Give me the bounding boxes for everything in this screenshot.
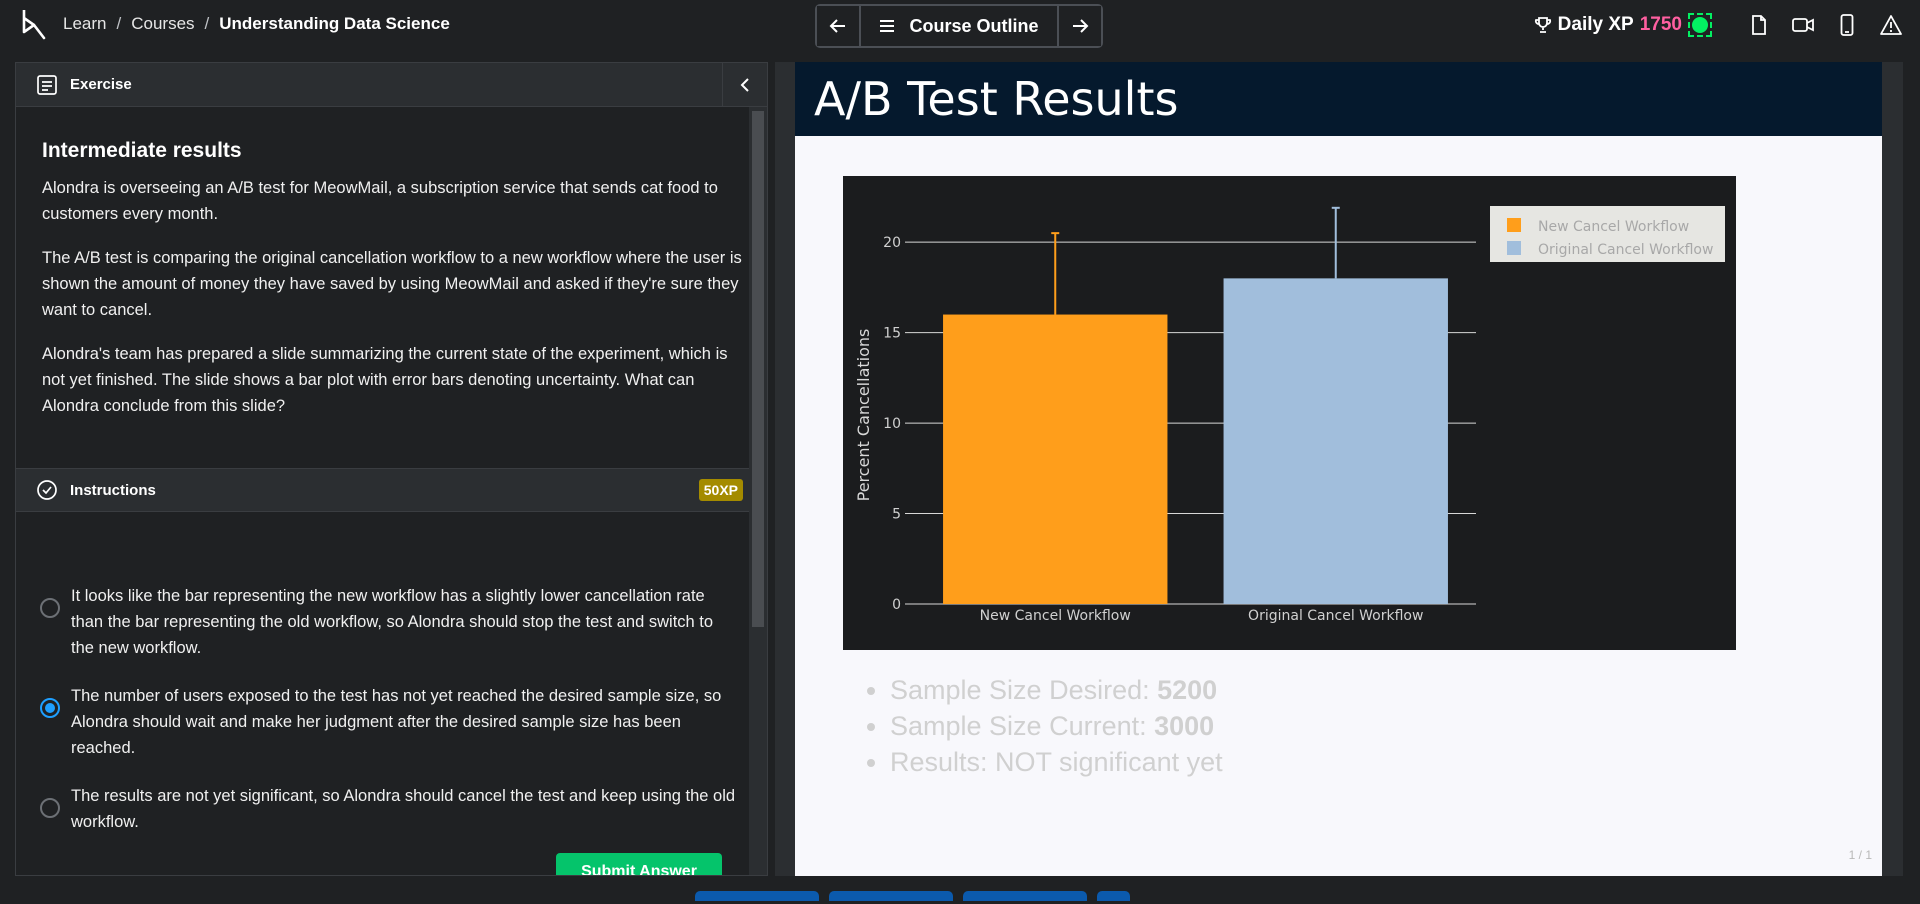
video-icon <box>1792 18 1814 32</box>
menu-icon <box>880 20 895 32</box>
chart-svg: 0 5 10 15 20 New Cancel Workflow Original Canc… <box>854 206 1725 624</box>
bottom-tab[interactable] <box>1097 891 1130 901</box>
datacamp-logo-icon[interactable] <box>20 8 50 42</box>
y-tick-label: 15 <box>883 326 901 342</box>
answer-option-text[interactable]: The number of users exposed to the test … <box>71 683 740 761</box>
radio-button-selected[interactable] <box>40 698 60 718</box>
bullet-value: 3000 <box>1154 711 1215 741</box>
legend-label: Original Cancel Workflow <box>1538 242 1713 258</box>
exercise-panel: Exercise Intermediate results Alondra is… <box>15 62 768 876</box>
exercise-paragraph: Alondra is overseeing an A/B test for Me… <box>42 179 718 223</box>
y-axis-label: Percent Cancellations <box>854 329 873 502</box>
radio-button[interactable] <box>40 598 60 618</box>
topbar-tools: Daily XP 1750 <box>1534 10 1902 40</box>
exercise-paragraph: Alondra's team has prepared a slide summ… <box>42 345 728 415</box>
bottom-tabs <box>695 891 1130 901</box>
bullet-results: Results: NOT significant yet <box>890 744 1223 780</box>
x-tick-label: Original Cancel Workflow <box>1248 608 1423 624</box>
previous-exercise-button[interactable] <box>817 6 861 46</box>
breadcrumb-courses[interactable]: Courses <box>131 14 194 34</box>
warning-icon <box>1880 15 1902 35</box>
chevron-left-icon <box>740 78 749 92</box>
legend-label: New Cancel Workflow <box>1538 219 1689 235</box>
next-exercise-button[interactable] <box>1057 6 1101 46</box>
daily-xp-value: 1750 <box>1639 14 1682 35</box>
bottom-tab[interactable] <box>695 891 819 901</box>
arrow-left-icon <box>829 19 845 33</box>
instructions-header: Instructions 50XP <box>16 468 751 512</box>
submit-answer-button[interactable]: Submit Answer <box>556 853 722 875</box>
breadcrumb-course-title[interactable]: Understanding Data Science <box>219 14 450 34</box>
radio-button[interactable] <box>40 798 60 818</box>
status-dot-icon <box>1692 17 1708 33</box>
answer-option-text[interactable]: It looks like the bar representing the n… <box>71 583 740 661</box>
xp-badge: 50XP <box>698 479 743 501</box>
answer-option[interactable]: It looks like the bar representing the n… <box>40 583 740 661</box>
radio-dot-icon <box>45 703 55 713</box>
mobile-button[interactable] <box>1836 14 1858 36</box>
y-tick-label: 0 <box>892 597 901 613</box>
exercise-header: Exercise <box>16 63 767 107</box>
bar-chart: 0 5 10 15 20 New Cancel Workflow Original Canc… <box>843 176 1736 650</box>
x-tick-label: New Cancel Workflow <box>980 608 1131 624</box>
video-button[interactable] <box>1792 14 1814 36</box>
course-outline-label: Course Outline <box>909 15 1039 36</box>
daily-xp[interactable]: Daily XP 1750 <box>1534 14 1682 36</box>
answer-option[interactable]: The results are not yet significant, so … <box>40 783 740 835</box>
bullet-sample-size-desired: Sample Size Desired: 5200 <box>890 672 1223 708</box>
answer-option-text[interactable]: The results are not yet significant, so … <box>71 783 740 835</box>
bar <box>1223 278 1448 604</box>
slide: A/B Test Results 0 5 10 15 20 New Cancel Work… <box>795 62 1882 876</box>
bottom-tab[interactable] <box>829 891 953 901</box>
slide-title: A/B Test Results <box>814 72 1179 126</box>
breadcrumb: Learn / Courses / Understanding Data Sci… <box>63 14 450 34</box>
mobile-icon <box>1840 14 1854 36</box>
breadcrumb-separator: / <box>116 14 122 33</box>
bullet-label: Sample Size Desired: <box>890 675 1158 705</box>
slide-panel: A/B Test Results 0 5 10 15 20 New Cancel Work… <box>775 62 1903 876</box>
legend-swatch <box>1507 241 1521 255</box>
exercise-icon <box>37 74 57 95</box>
y-tick-label: 5 <box>892 507 901 523</box>
breadcrumb-learn[interactable]: Learn <box>63 14 106 34</box>
document-icon <box>1752 15 1766 35</box>
exercise-title: Intermediate results <box>42 139 242 162</box>
arrow-right-icon <box>1073 19 1089 33</box>
scrollbar-thumb[interactable] <box>752 111 764 627</box>
slides-button[interactable] <box>1748 14 1770 36</box>
report-issue-button[interactable] <box>1880 14 1902 36</box>
y-tick-label: 20 <box>883 235 901 251</box>
breadcrumb-separator: / <box>204 14 210 33</box>
scrollbar[interactable] <box>749 107 767 875</box>
course-outline-button[interactable]: Course Outline <box>861 6 1057 46</box>
bullet-label: Results: NOT significant yet <box>890 747 1223 777</box>
trophy-icon <box>1534 17 1551 33</box>
bullet-value: 5200 <box>1157 675 1218 705</box>
exercise-paragraph: The A/B test is comparing the original c… <box>42 249 742 319</box>
bullet-sample-size-current: Sample Size Current: 3000 <box>890 708 1223 744</box>
daily-xp-label: Daily XP <box>1557 14 1634 35</box>
instructions-label: Instructions <box>70 481 156 499</box>
bar <box>943 314 1168 604</box>
legend-swatch <box>1507 218 1521 232</box>
course-navigation: Course Outline <box>815 4 1103 48</box>
exercise-header-label: Exercise <box>70 76 132 93</box>
answer-options: It looks like the bar representing the n… <box>40 583 740 857</box>
bullet-label: Sample Size Current: <box>890 711 1155 741</box>
check-circle-icon <box>37 480 57 500</box>
bottom-tab[interactable] <box>963 891 1087 901</box>
answer-option[interactable]: The number of users exposed to the test … <box>40 683 740 761</box>
top-bar: Learn / Courses / Understanding Data Sci… <box>0 0 1920 50</box>
exercise-content: Intermediate results Alondra is overseei… <box>16 139 767 419</box>
y-tick-label: 10 <box>883 416 901 432</box>
slide-bullets: Sample Size Desired: 5200 Sample Size Cu… <box>890 672 1223 780</box>
slide-header: A/B Test Results <box>795 62 1882 136</box>
status-indicator[interactable] <box>1688 13 1712 37</box>
collapse-panel-button[interactable] <box>722 63 767 107</box>
slide-page-indicator: 1 / 1 <box>1848 848 1872 862</box>
